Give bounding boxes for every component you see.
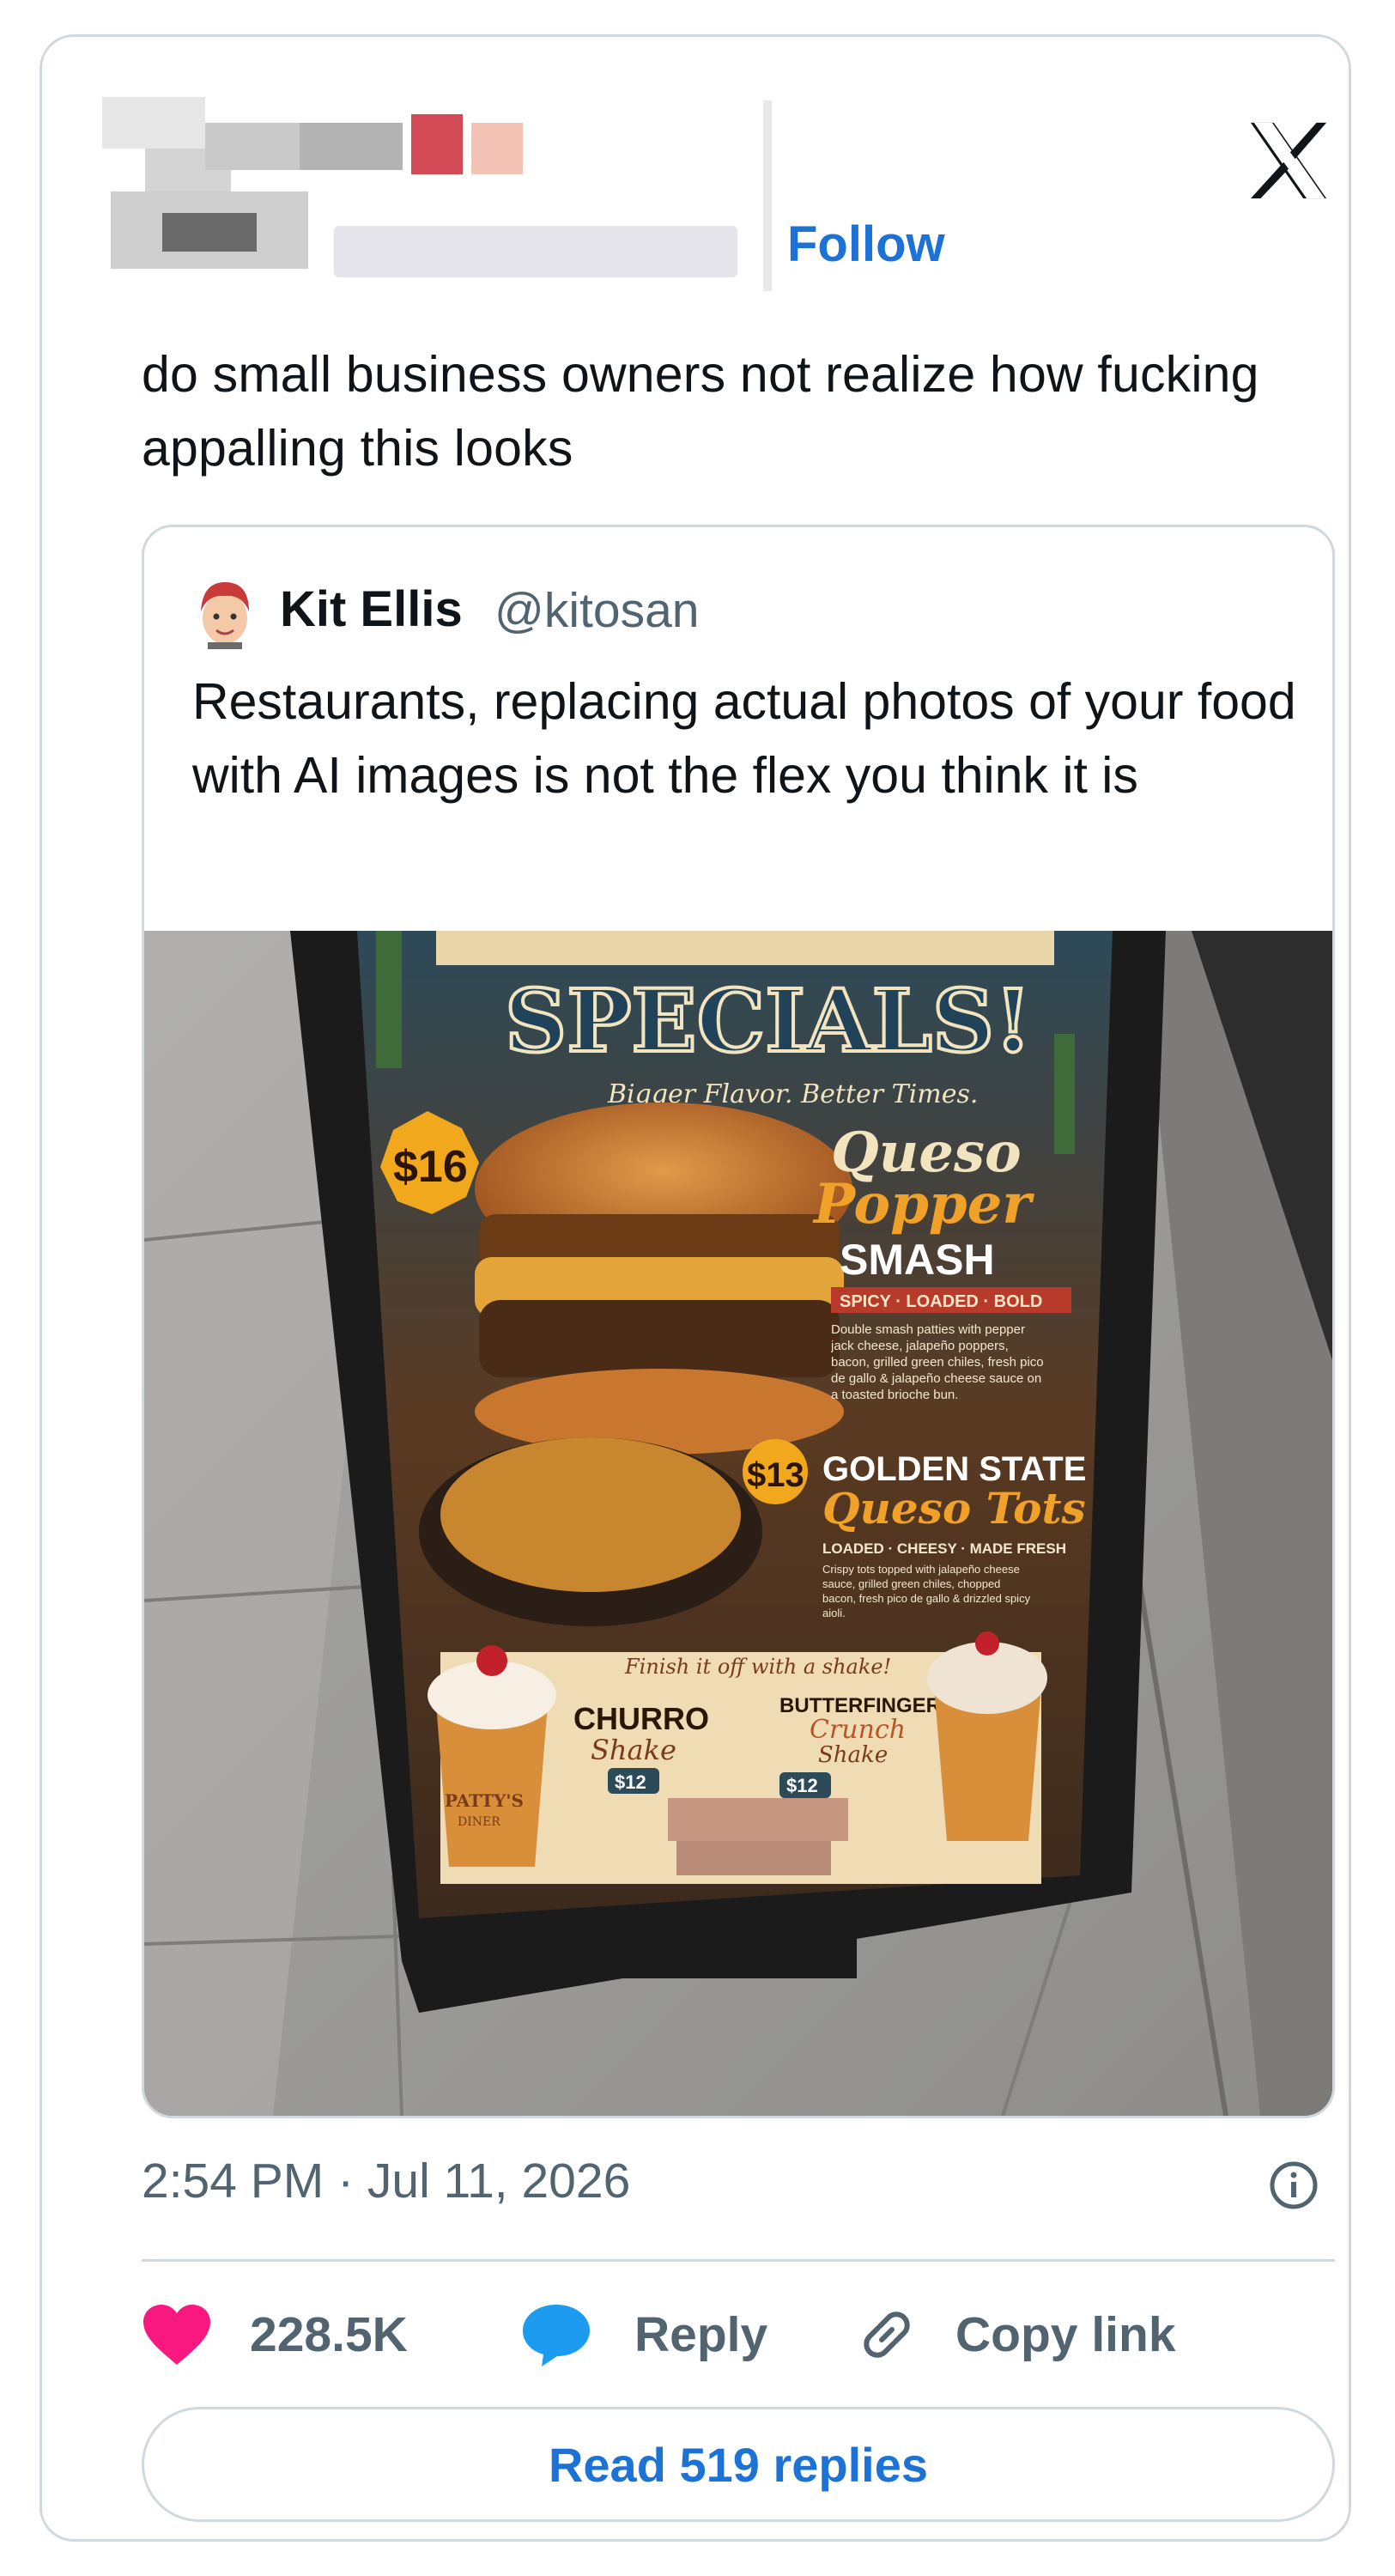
tots-description: Crispy tots topped with jalapeño cheese … — [822, 1563, 1031, 1619]
tots-price: $13 — [747, 1456, 804, 1494]
tots-name-2: Queso Tots — [822, 1483, 1086, 1534]
like-button[interactable]: 228.5K — [142, 2300, 408, 2369]
read-replies-button[interactable]: Read 519 replies — [142, 2407, 1335, 2522]
copy-link-label: Copy link — [955, 2307, 1176, 2362]
butter-name-3: Shake — [818, 1742, 888, 1768]
burger-name-3: SMASH — [840, 1236, 995, 1284]
quoted-author-handle[interactable]: @kitosan — [494, 582, 699, 639]
quoted-author-name[interactable]: Kit Ellis — [280, 580, 463, 638]
like-count: 228.5K — [250, 2307, 408, 2362]
poster-heading: SPECIALS! — [505, 970, 1032, 1072]
butter-name-2: Crunch — [810, 1715, 906, 1745]
churro-name-2: Shake — [591, 1734, 676, 1766]
burger-price: $16 — [393, 1142, 468, 1192]
quoted-tweet-photo[interactable]: SPECIALS! Bigger Flavor. Better Times. $… — [144, 931, 1332, 2116]
embedded-tweet-card: Follow do small business owners not real… — [39, 34, 1351, 2542]
tweet-text: do small business owners not realize how… — [142, 346, 1259, 477]
reply-button[interactable]: Reply — [519, 2300, 767, 2369]
actions-divider — [142, 2259, 1335, 2262]
burger-name-2: Popper — [812, 1172, 1034, 1236]
quoted-tweet[interactable]: Kit Ellis @kitosan Restaurants, replacin… — [142, 525, 1335, 2118]
burger-description: Double smash patties with pepper jack ch… — [831, 1322, 1044, 1402]
x-logo-icon[interactable] — [1247, 121, 1330, 200]
reply-label: Reply — [634, 2307, 768, 2362]
copy-link-button[interactable]: Copy link — [852, 2300, 1176, 2369]
sidewalk-sign-photo: SPECIALS! Bigger Flavor. Better Times. $… — [144, 931, 1332, 2116]
quoted-tweet-text: Restaurants, replacing actual photos of … — [192, 673, 1296, 804]
cup-label-1: PATTY'S — [445, 1790, 524, 1811]
tweet-timestamp[interactable]: 2:54 PM · Jul 11, 2026 — [142, 2153, 630, 2209]
burger-tags: SPICY · LOADED · BOLD — [840, 1292, 1042, 1311]
link-icon — [864, 2312, 910, 2358]
cup-label-2: DINER — [458, 1815, 500, 1829]
follow-button[interactable]: Follow — [787, 216, 945, 273]
tots-tags: LOADED · CHEESY · MADE FRESH — [822, 1540, 1066, 1557]
author-identity-blurred[interactable] — [94, 97, 746, 295]
speech-bubble-icon — [523, 2305, 590, 2366]
butter-price: $12 — [786, 1775, 818, 1796]
churro-name-1: CHURRO — [573, 1701, 709, 1736]
churro-price: $12 — [615, 1771, 646, 1793]
shake-intro: Finish it off with a shake! — [624, 1655, 891, 1679]
heart-icon — [143, 2305, 210, 2365]
avatar[interactable] — [192, 577, 258, 649]
header-divider — [763, 100, 772, 291]
butter-name-1: BUTTERFINGER — [779, 1694, 941, 1717]
info-icon[interactable] — [1268, 2160, 1319, 2211]
